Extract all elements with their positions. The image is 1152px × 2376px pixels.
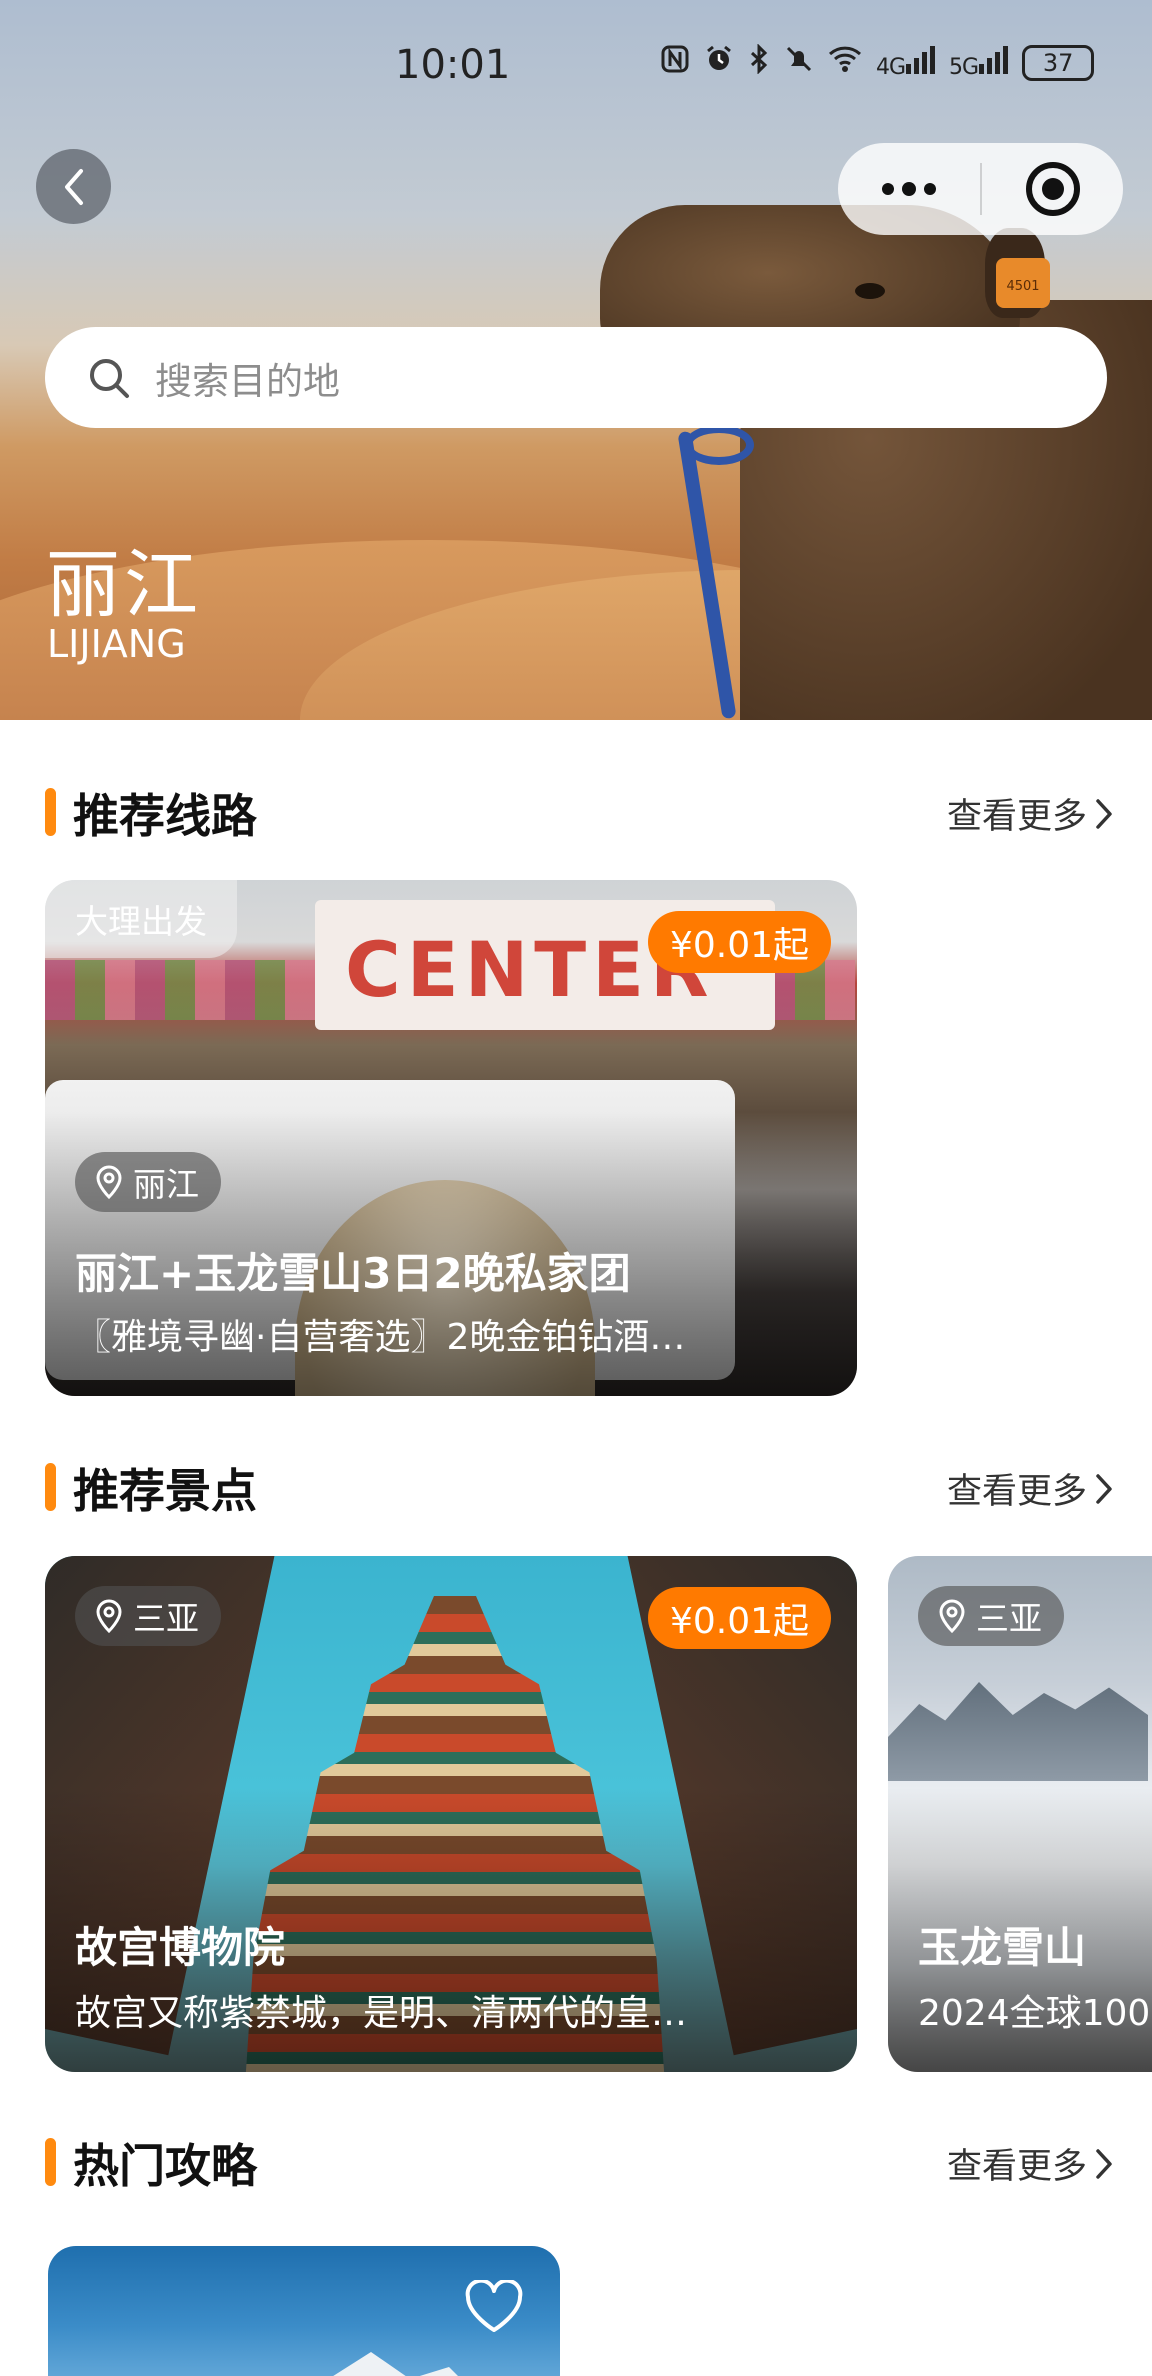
location-label: 丽江 bbox=[133, 1165, 199, 1204]
favorite-button[interactable] bbox=[464, 2278, 524, 2338]
price-badge: ¥0.01起 bbox=[648, 911, 832, 973]
location-pin-icon bbox=[939, 1599, 965, 1633]
chevron-left-icon bbox=[64, 168, 83, 205]
mini-program-capsule bbox=[838, 143, 1123, 235]
section-header-guides: 热门攻略 查看更多 bbox=[45, 2126, 1115, 2193]
battery-icon: 37 bbox=[1022, 45, 1095, 81]
spot-subtitle: 2024全球100 bbox=[918, 1993, 1151, 2034]
view-more-label: 查看更多 bbox=[946, 1472, 1087, 1512]
spot-card[interactable]: 三亚 玉龙雪山 2024全球100 bbox=[888, 1556, 1152, 2072]
city-name: 丽江 bbox=[46, 542, 202, 628]
location-tag: 丽江 bbox=[75, 1152, 221, 1212]
status-bar: 10:01 4G 5G 37 bbox=[0, 0, 1152, 130]
location-label: 三亚 bbox=[133, 1599, 199, 1638]
status-icons: 4G 5G 37 bbox=[660, 43, 1095, 82]
heart-icon bbox=[465, 2278, 523, 2332]
section-header-routes: 推荐线路 查看更多 bbox=[45, 776, 1115, 843]
page: 4501 10:01 4G 5G 37 搜索目的地 丽江 LIJIANG 推荐线… bbox=[0, 0, 1152, 2376]
chevron-right-icon bbox=[1096, 798, 1112, 829]
ear-tag: 4501 bbox=[996, 258, 1050, 308]
camel-eye bbox=[855, 283, 885, 299]
search-placeholder: 搜索目的地 bbox=[155, 359, 340, 403]
location-tag: 三亚 bbox=[918, 1586, 1064, 1646]
view-more-label: 查看更多 bbox=[946, 797, 1087, 837]
section-accent-bar bbox=[45, 1463, 56, 1511]
section-title: 推荐线路 bbox=[73, 789, 257, 843]
status-time: 10:01 bbox=[395, 42, 511, 88]
section-accent-bar bbox=[45, 788, 56, 836]
close-mini-program-button[interactable] bbox=[982, 143, 1123, 235]
location-pin-icon bbox=[96, 1599, 122, 1633]
view-more-label: 查看更多 bbox=[946, 2147, 1087, 2187]
bluetooth-icon bbox=[748, 43, 770, 82]
back-button[interactable] bbox=[36, 149, 111, 224]
city-name-en: LIJIANG bbox=[47, 622, 186, 666]
card-photo-detail bbox=[888, 1682, 1148, 1781]
departure-tag: 大理出发 bbox=[45, 880, 237, 958]
route-subtitle: 〖雅境寻幽·自营奢选〗2晚金铂钻酒… bbox=[75, 1317, 686, 1358]
spot-title: 玉龙雪山 bbox=[918, 1923, 1087, 1972]
section-title: 热门攻略 bbox=[73, 2139, 257, 2193]
route-card[interactable]: CENTER 大理出发 ¥0.01起 丽江 丽江+玉龙雪山3日2晚私家团 〖雅境… bbox=[45, 880, 857, 1396]
spot-subtitle: 故宫又称紫禁城，是明、清两代的皇… bbox=[75, 1993, 688, 2034]
spot-card[interactable]: 三亚 ¥0.01起 故宫博物院 故宫又称紫禁城，是明、清两代的皇… bbox=[45, 1556, 857, 2072]
target-icon bbox=[1025, 162, 1080, 216]
search-icon bbox=[90, 358, 129, 398]
spot-title: 故宫博物院 bbox=[75, 1923, 286, 1972]
dot-icon bbox=[924, 183, 936, 195]
dot-icon bbox=[902, 182, 916, 196]
alarm-icon bbox=[704, 44, 734, 82]
section-header-spots: 推荐景点 查看更多 bbox=[45, 1451, 1115, 1518]
view-more-routes-link[interactable]: 查看更多 bbox=[947, 788, 1115, 839]
wifi-icon bbox=[828, 44, 862, 82]
search-bar[interactable]: 搜索目的地 bbox=[45, 327, 1107, 428]
location-label: 三亚 bbox=[976, 1599, 1042, 1638]
chevron-right-icon bbox=[1096, 2148, 1112, 2179]
guide-card[interactable] bbox=[48, 2246, 560, 2376]
chevron-right-icon bbox=[1096, 1473, 1112, 1504]
dot-icon bbox=[882, 183, 894, 195]
price-badge: ¥0.01起 bbox=[648, 1587, 832, 1649]
route-title: 丽江+玉龙雪山3日2晚私家团 bbox=[75, 1249, 631, 1298]
section-title: 推荐景点 bbox=[73, 1464, 257, 1518]
location-pin-icon bbox=[96, 1165, 122, 1199]
mute-icon bbox=[784, 44, 814, 82]
location-tag: 三亚 bbox=[75, 1586, 221, 1646]
section-accent-bar bbox=[45, 2138, 56, 2186]
signal-5g-icon: 5G bbox=[949, 46, 1009, 80]
card-photo-detail bbox=[228, 2352, 488, 2376]
signal-4g-icon: 4G bbox=[876, 46, 936, 80]
nfc-icon bbox=[660, 44, 690, 82]
more-options-button[interactable] bbox=[838, 143, 980, 235]
view-more-guides-link[interactable]: 查看更多 bbox=[947, 2138, 1115, 2189]
view-more-spots-link[interactable]: 查看更多 bbox=[947, 1463, 1115, 1514]
hero-banner: 4501 10:01 4G 5G 37 搜索目的地 丽江 LIJIANG bbox=[0, 0, 1152, 720]
